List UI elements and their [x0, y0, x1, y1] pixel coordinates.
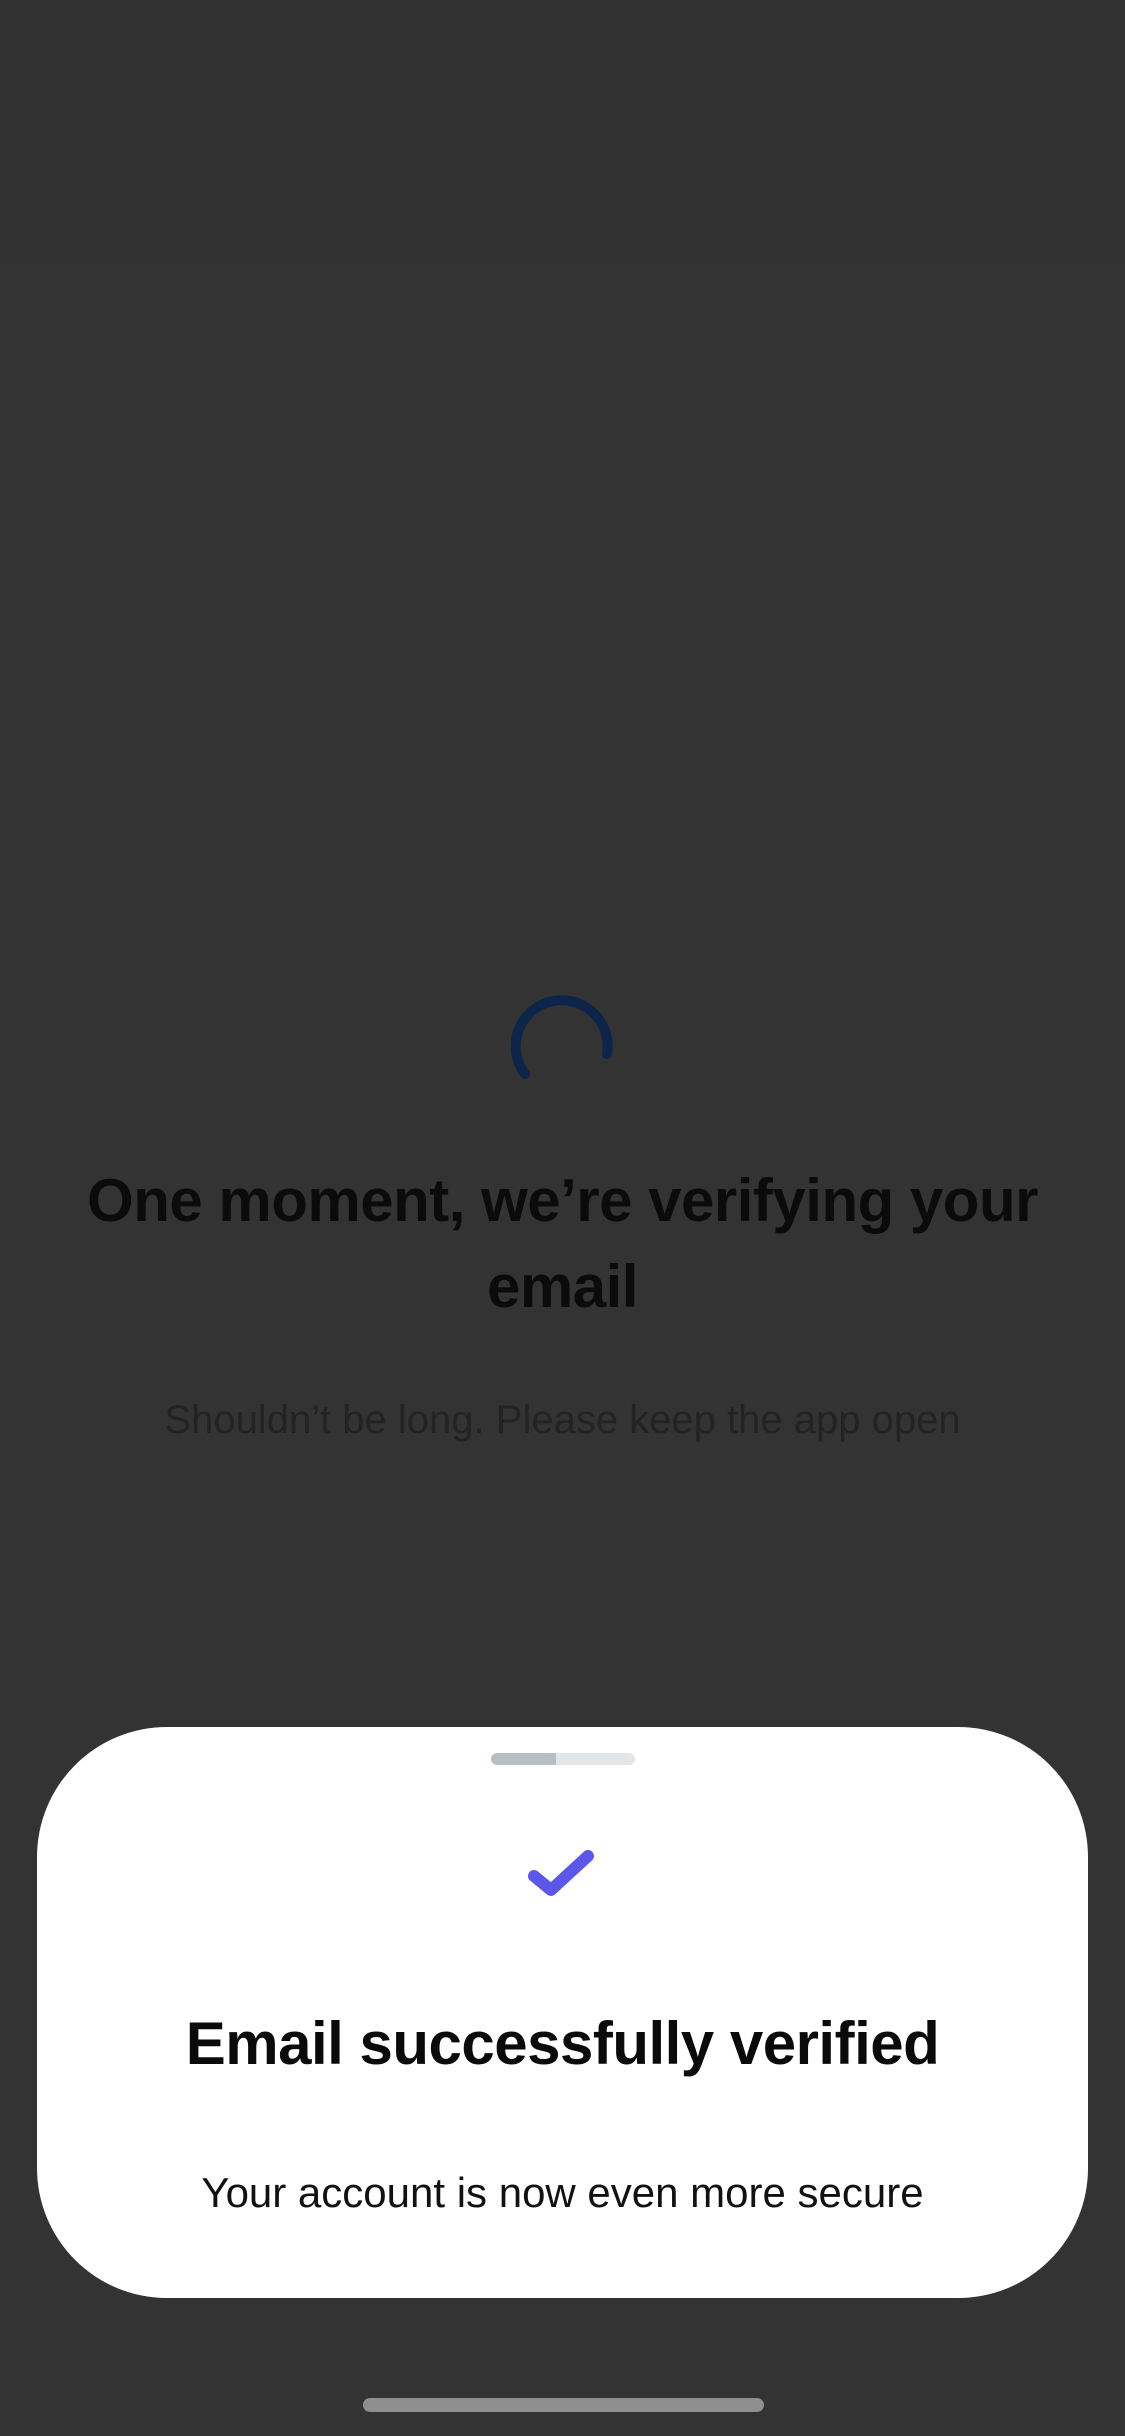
success-bottom-sheet[interactable]: Email successfully verified Your account…	[37, 1727, 1088, 2298]
sheet-handle-progress	[491, 1753, 556, 1765]
verifying-title: One moment, we’re verifying your email	[87, 1167, 1038, 1320]
status-bar-area	[0, 0, 1125, 263]
sheet-drag-handle[interactable]	[491, 1753, 635, 1765]
verifying-subtitle: Shouldn’t be long. Please keep the app o…	[164, 1398, 961, 1442]
loading-spinner-icon	[511, 995, 613, 1079]
verification-screen: One moment, we’re verifying your email S…	[0, 0, 1125, 2436]
success-title: Email successfully verified	[185, 2010, 940, 2077]
checkmark-icon	[528, 1850, 594, 1896]
home-indicator[interactable]	[363, 2398, 764, 2412]
success-subtitle: Your account is now even more secure	[201, 2169, 924, 2216]
